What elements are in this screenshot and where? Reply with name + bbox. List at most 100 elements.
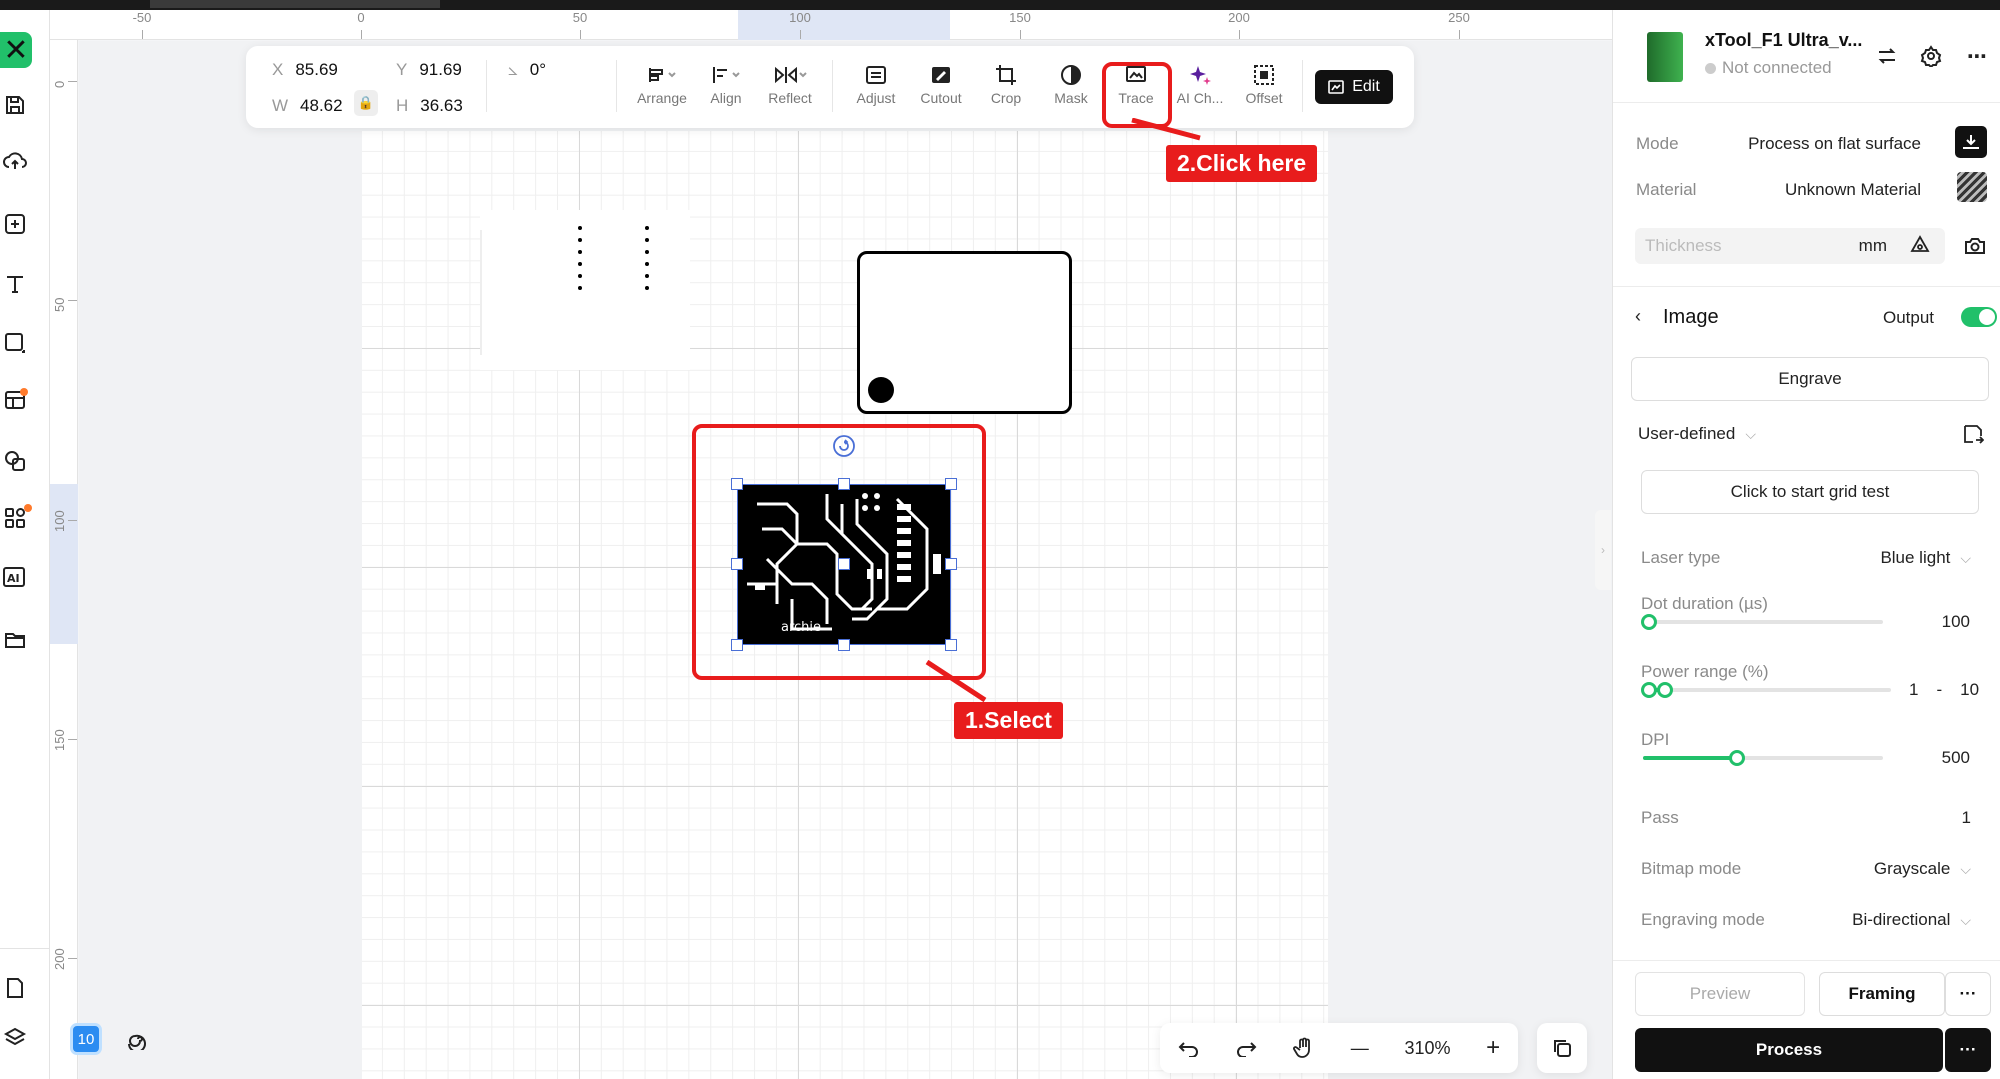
arrange-button[interactable]: Arrange — [630, 60, 694, 106]
dot-duration-value[interactable]: 100 — [1942, 612, 1970, 632]
slider-knob[interactable] — [1729, 750, 1745, 766]
y-label: Y — [396, 60, 408, 79]
spiral-tool-icon[interactable] — [122, 1023, 154, 1055]
align-button[interactable]: Align — [694, 60, 758, 106]
ruler-tick: 100 — [52, 510, 67, 532]
process-more-button[interactable]: ··· — [1945, 1028, 1991, 1072]
slider-fill — [1643, 756, 1737, 760]
mask-icon — [1039, 60, 1103, 90]
engraving-mode-row[interactable]: Engraving mode Bi-directional ⌵ — [1641, 910, 1971, 930]
horizontal-ruler: -50 0 50 100 150 200 250 — [50, 10, 1612, 40]
copy-shapes-icon[interactable] — [0, 446, 30, 476]
cutout-button[interactable]: Cutout — [909, 60, 973, 106]
y-field[interactable]: Y 91.69 — [396, 60, 462, 80]
aspect-lock-icon[interactable]: 🔒 — [354, 90, 378, 116]
edit-button[interactable]: Edit — [1315, 70, 1393, 104]
svg-text:AI: AI — [7, 572, 20, 585]
mode-row[interactable]: Mode Process on flat surface — [1636, 134, 1976, 154]
mask-button[interactable]: Mask — [1039, 60, 1103, 106]
process-button[interactable]: Process — [1635, 1028, 1943, 1072]
slider-knob-min[interactable] — [1641, 682, 1657, 698]
crop-button[interactable]: Crop — [974, 60, 1038, 106]
reflect-button[interactable]: Reflect — [758, 60, 822, 106]
auto-measure-icon[interactable] — [1909, 235, 1931, 257]
bitmap-mode-row[interactable]: Bitmap mode Grayscale ⌵ — [1641, 859, 1971, 879]
x-field[interactable]: X 85.69 — [272, 60, 338, 80]
switch-device-icon[interactable] — [1875, 44, 1899, 68]
chevron-down-icon: ⌵ — [1745, 426, 1756, 442]
file-icon[interactable] — [0, 973, 30, 1003]
folder-icon[interactable] — [0, 625, 30, 655]
app-logo-icon[interactable]: ✕ — [0, 32, 32, 68]
power-range-slider[interactable] — [1641, 682, 1891, 698]
ruler-tick-mark — [361, 30, 362, 39]
redo-icon[interactable] — [1235, 1039, 1257, 1057]
annotation-step-1: 1.Select — [954, 702, 1063, 739]
width-field[interactable]: W 48.62 — [272, 96, 343, 116]
save-icon[interactable] — [0, 90, 30, 120]
dpi-value[interactable]: 500 — [1942, 748, 1970, 768]
slider-knob-max[interactable] — [1657, 682, 1673, 698]
ai-button[interactable]: AI Ch... — [1168, 60, 1232, 106]
zoom-out-icon[interactable]: — — [1351, 1038, 1369, 1059]
grid-test-button[interactable]: Click to start grid test — [1641, 470, 1979, 514]
ai-sparkle-icon — [1168, 60, 1232, 90]
dpi-slider[interactable] — [1643, 750, 1883, 766]
material-row[interactable]: Material Unknown Material — [1636, 180, 1976, 200]
pass-row[interactable]: Pass 1 — [1641, 808, 1971, 828]
mode-value: Process on flat surface — [1748, 134, 1921, 153]
cloud-upload-icon[interactable] — [0, 146, 30, 176]
laser-type-row[interactable]: Laser type Blue light ⌵ — [1641, 548, 1971, 568]
crop-icon — [974, 60, 1038, 90]
engraving-mode-label: Engraving mode — [1641, 910, 1765, 929]
device-settings-icon[interactable] — [1919, 44, 1943, 68]
canvas-object-rounded-box[interactable] — [857, 251, 1072, 414]
ai-tool-icon[interactable]: AI — [0, 562, 30, 592]
bitmap-mode-value: Grayscale — [1873, 859, 1951, 878]
save-preset-icon[interactable] — [1961, 422, 1985, 446]
toolbar-divider — [486, 60, 487, 112]
ruler-tick-mark — [142, 30, 143, 39]
dot-duration-slider[interactable] — [1641, 614, 1883, 630]
thickness-unit: mm — [1858, 236, 1887, 255]
zoom-level[interactable]: 310% — [1404, 1038, 1450, 1059]
pan-hand-icon[interactable] — [1293, 1037, 1315, 1059]
output-toggle[interactable] — [1961, 307, 1997, 327]
engrave-button[interactable]: Engrave — [1631, 357, 1989, 401]
add-icon[interactable] — [0, 209, 30, 239]
canvas-object-dotted-lines[interactable] — [480, 210, 690, 370]
layer-count-badge[interactable]: 10 — [70, 1023, 102, 1055]
ruler-tick: 50 — [52, 297, 67, 312]
offset-button[interactable]: Offset — [1232, 60, 1296, 106]
material-value: Unknown Material — [1784, 180, 1921, 199]
preset-dropdown[interactable]: User-defined ⌵ — [1638, 424, 1756, 444]
flat-surface-icon[interactable] — [1955, 126, 1987, 158]
duplicate-icon[interactable] — [1537, 1023, 1587, 1073]
section-title: Image — [1663, 306, 1719, 328]
more-options-icon[interactable]: ⋯ — [1965, 44, 1989, 68]
rotation-field[interactable]: ⦣ 0° — [508, 60, 546, 80]
zoom-in-icon[interactable]: + — [1486, 1034, 1500, 1062]
ruler-tick: -50 — [132, 10, 152, 25]
height-field[interactable]: H 36.63 — [396, 96, 463, 116]
collapse-panel-handle[interactable]: › — [1595, 510, 1611, 590]
ruler-tick-mark — [1459, 30, 1460, 39]
power-range-values[interactable]: 1-10 — [1909, 680, 1979, 700]
preview-button[interactable]: Preview — [1635, 972, 1805, 1016]
camera-icon[interactable] — [1963, 234, 1987, 258]
framing-more-button[interactable]: ··· — [1945, 972, 1991, 1016]
status-dot-icon — [1705, 63, 1716, 74]
framing-button[interactable]: Framing — [1819, 972, 1945, 1016]
undo-icon[interactable] — [1178, 1039, 1200, 1057]
ruler-tick: 200 — [1228, 10, 1250, 25]
shape-tool-icon[interactable] — [0, 328, 30, 358]
device-name[interactable]: xTool_F1 Ultra_v... — [1705, 30, 1862, 51]
thickness-input[interactable]: Thickness mm — [1635, 228, 1945, 264]
text-tool-icon[interactable] — [0, 269, 30, 299]
slider-knob[interactable] — [1641, 614, 1657, 630]
layers-icon[interactable] — [0, 1023, 30, 1053]
adjust-button[interactable]: Adjust — [844, 60, 908, 106]
active-tab-strip[interactable] — [150, 0, 440, 8]
back-chevron-icon[interactable]: ‹ — [1635, 306, 1641, 327]
material-swatch[interactable] — [1957, 172, 1987, 202]
